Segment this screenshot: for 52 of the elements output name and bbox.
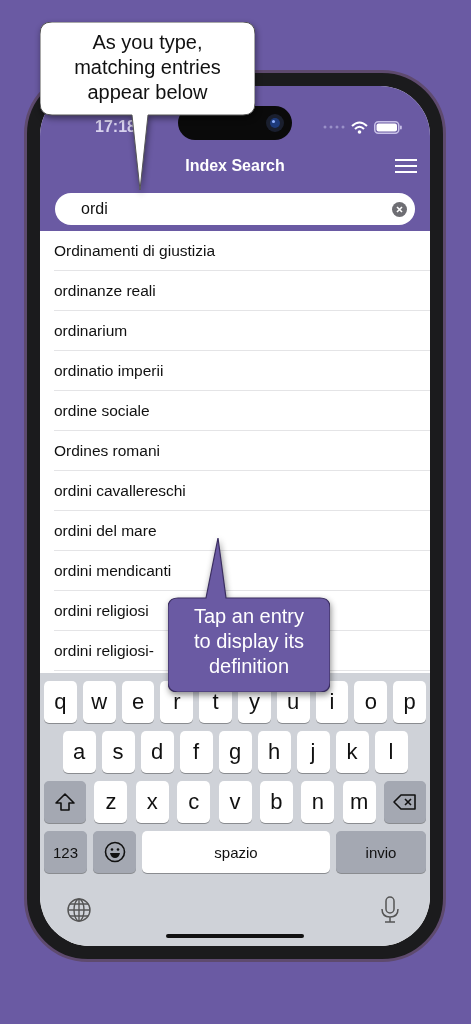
result-item[interactable]: Ordines romani [54,442,160,459]
numbers-key[interactable]: 123 [44,831,87,873]
letter-key[interactable]: d [140,731,174,773]
result-item[interactable]: ordini religiosi [54,602,149,619]
letter-key[interactable]: x [135,781,169,823]
signal-icon [323,125,345,129]
letter-key[interactable]: m [342,781,376,823]
letter-key[interactable]: s [101,731,135,773]
result-item[interactable]: ordini del mare [54,522,157,539]
search-field[interactable]: ordi [55,193,415,225]
delete-icon [393,793,417,811]
result-item[interactable]: ordinanze reali [54,282,156,299]
letter-key[interactable]: v [218,781,252,823]
letter-key[interactable]: k [335,731,369,773]
return-key[interactable]: invio [336,831,426,873]
globe-icon[interactable] [66,897,92,923]
space-key[interactable]: spazio [142,831,330,873]
letter-key[interactable]: p [393,681,426,723]
delete-key[interactable] [384,781,426,823]
letter-key[interactable]: b [259,781,293,823]
shift-icon [54,792,76,812]
letter-key[interactable]: o [354,681,388,723]
result-item[interactable]: ordine sociale [54,402,150,419]
callout-text: As you type, matching entries appear below [73,30,222,105]
emoji-icon [103,841,126,863]
letter-key[interactable]: h [257,731,291,773]
battery-icon [374,120,402,134]
letter-key[interactable]: w [82,681,116,723]
letter-key[interactable]: z [94,781,128,823]
letter-key[interactable]: a [62,731,96,773]
result-item[interactable]: ordini mendicanti [54,562,172,579]
wifi-icon [351,120,368,134]
result-item[interactable]: ordinarium [54,322,128,339]
menu-icon[interactable] [395,158,417,174]
emoji-key[interactable] [93,831,136,873]
letter-key[interactable]: q [44,681,77,723]
screen-title: Index Search [185,157,285,175]
result-item[interactable]: ordini cavallereschi [54,482,186,499]
result-item[interactable]: ordini religiosi- [54,642,154,659]
letter-key[interactable]: n [301,781,335,823]
result-item[interactable]: ordinatio imperii [54,362,164,379]
letter-key[interactable]: c [177,781,211,823]
letter-key[interactable]: j [296,731,330,773]
shift-key[interactable] [44,781,86,823]
letter-key[interactable]: e [121,681,155,723]
letter-key[interactable]: f [179,731,213,773]
letter-key[interactable]: l [374,731,408,773]
callout-text: Tap an entry to display its definition [192,604,306,679]
result-item[interactable]: Ordinamenti di giustizia [54,242,216,259]
microphone-icon[interactable] [380,896,400,924]
clear-icon[interactable] [392,201,407,217]
letter-key[interactable]: g [218,731,252,773]
